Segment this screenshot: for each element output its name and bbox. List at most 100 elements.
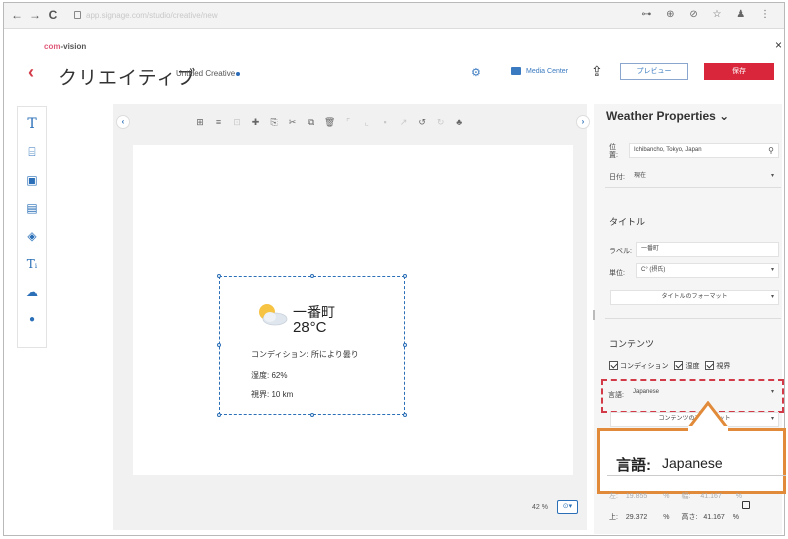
partly-cloudy-icon [259,304,288,326]
browser-toolbar: ← → C app.signage.com/studio/creative/ne… [4,3,784,29]
date-label: 日付: [609,174,625,181]
location-input[interactable]: Ichibancho, Tokyo, Japan ⚲ [629,143,779,158]
weather-widget-selection[interactable] [217,274,407,417]
lock-icon [74,11,81,19]
top-label: 上: [609,514,618,521]
label-label: ラベル: [609,248,632,255]
date-select[interactable]: 現在 ▾ [629,169,779,184]
expand-icon[interactable]: ↗ [396,117,412,128]
dropdown-caret-icon: ▾ [770,416,774,422]
duplicate-icon[interactable]: ⎘ [266,117,282,128]
resize-handle[interactable] [403,343,407,347]
humidity-checkbox-label: 湿度 [685,363,700,370]
save-button[interactable]: 保存 [704,63,774,80]
location-label: 位置: [609,144,618,159]
properties-title[interactable]: Weather Properties ⌄ [606,109,729,123]
resize-handle[interactable] [217,413,221,417]
title-format-button[interactable]: タイトルのフォーマット ▾ [610,290,779,305]
url-text: app.signage.com/studio/creative/new [86,11,218,20]
widget-temperature: 28°C [293,319,327,336]
callout-divider [607,475,786,476]
bring-forward-icon[interactable]: ⌜ [340,117,356,128]
browser-extension-icons[interactable]: ⊶ ⊕ ⊘ ☆ ♟ ⋮ [641,9,776,20]
unit-value: C° (摂氏) [641,267,666,273]
zoom-level: 42 % [532,504,548,511]
location-value: Ichibancho, Tokyo, Japan [634,147,702,153]
zoom-button[interactable]: ⊙▾ [557,500,578,514]
gear-icon[interactable]: ⚙ [471,66,481,79]
fill-icon[interactable]: ▪ [377,117,393,127]
back-chevron-icon[interactable]: ‹ [28,62,34,82]
creative-name-text: Untitled Creative [176,69,236,78]
grid-icon[interactable]: ⊞ [192,117,208,128]
content-checkboxes: コンディション 湿度 視界 [609,360,734,371]
widget-humidity: 湿度: 62% [251,371,288,380]
back-arrow-icon[interactable]: ← [10,8,24,22]
weather-tool-icon[interactable]: ☁ [24,285,40,299]
resize-handle[interactable] [217,274,221,278]
condition-checkbox-label: コンディション [620,363,669,370]
delete-icon[interactable]: 🗑 [322,117,338,128]
top-value[interactable]: 29.372 [626,514,647,521]
label-value: 一番町 [641,246,660,252]
resize-handle[interactable] [310,274,314,278]
humidity-checkbox[interactable]: 湿度 [674,360,700,370]
left-label: 左: [609,493,618,500]
ticker-text-tool-icon[interactable]: Tᵢ [24,257,40,271]
text-frame-tool-icon[interactable]: ⌸ [24,145,40,159]
forward-arrow-icon[interactable]: → [28,8,42,22]
unit-percent: % [663,514,670,521]
resize-handle[interactable] [403,413,407,417]
shapes-tool-icon[interactable]: ◈ [24,229,40,243]
unit-select[interactable]: C° (摂氏) ▾ [636,263,779,278]
height-value[interactable]: 41.167 [703,514,724,521]
send-backward-icon[interactable]: ⌞ [359,117,375,128]
preview-button[interactable]: プレビュー [620,63,688,80]
undo-icon[interactable]: ↺ [414,117,430,128]
frame-icon[interactable]: ⊡ [229,117,245,128]
callout-language-value: Japanese [662,455,723,471]
reload-icon[interactable]: C [46,8,60,22]
unit-percent: % [732,514,739,521]
redo-icon[interactable]: ↻ [433,117,449,128]
address-bar[interactable]: app.signage.com/studio/creative/new [72,8,592,24]
date-value: 現在 [634,173,647,179]
widget-visibility: 視界: 10 km [251,390,294,399]
collapse-left-icon[interactable]: ‹ [116,115,130,129]
move-icon[interactable]: ✚ [248,117,264,128]
title-format-label: タイトルのフォーマット [661,294,728,300]
left-position-row: 左: 19.855 % 幅: 41.167 % [609,491,742,501]
media-center-button[interactable]: Media Center [511,67,568,75]
collapse-right-icon[interactable]: › [576,115,590,129]
cut-icon[interactable]: ✂ [285,117,301,128]
condition-checkbox[interactable]: コンディション [609,360,669,370]
clock-tool-icon[interactable]: ● [24,313,40,327]
video-tool-icon[interactable]: ▤ [24,201,40,215]
unit-label: 単位: [609,270,625,277]
panel-resize-handle[interactable] [593,310,595,320]
upload-icon[interactable]: ⇪ [591,63,603,80]
align-icon[interactable]: ≡ [211,117,227,127]
divider [605,187,781,188]
callout-language-label: 言語: [616,457,651,474]
resize-handle[interactable] [217,343,221,347]
label-input[interactable]: 一番町 [636,242,779,257]
visibility-checkbox-label: 視界 [716,363,731,370]
paste-icon[interactable]: ⧉ [303,117,319,128]
top-position-row: 上: 29.372 % 高さ: 41.167 % [609,512,739,522]
divider [605,318,781,319]
image-tool-icon[interactable]: ▣ [24,173,40,187]
visibility-checkbox[interactable]: 視界 [705,360,731,370]
layers-icon[interactable]: ♣ [451,117,467,127]
text-tool-icon[interactable]: T [24,117,40,131]
creative-name[interactable]: Untitled Creative [176,69,241,78]
resize-handle[interactable] [403,274,407,278]
logo-suffix: -vision [60,42,87,51]
close-icon[interactable]: × [775,38,782,52]
left-value[interactable]: 19.855 [626,493,647,500]
dropdown-caret-icon: ▾ [770,173,774,179]
brand-logo: com-vision [44,42,86,51]
width-value[interactable]: 41.167 [700,493,721,500]
resize-handle[interactable] [310,413,314,417]
aspect-lock-icon[interactable] [742,501,750,509]
